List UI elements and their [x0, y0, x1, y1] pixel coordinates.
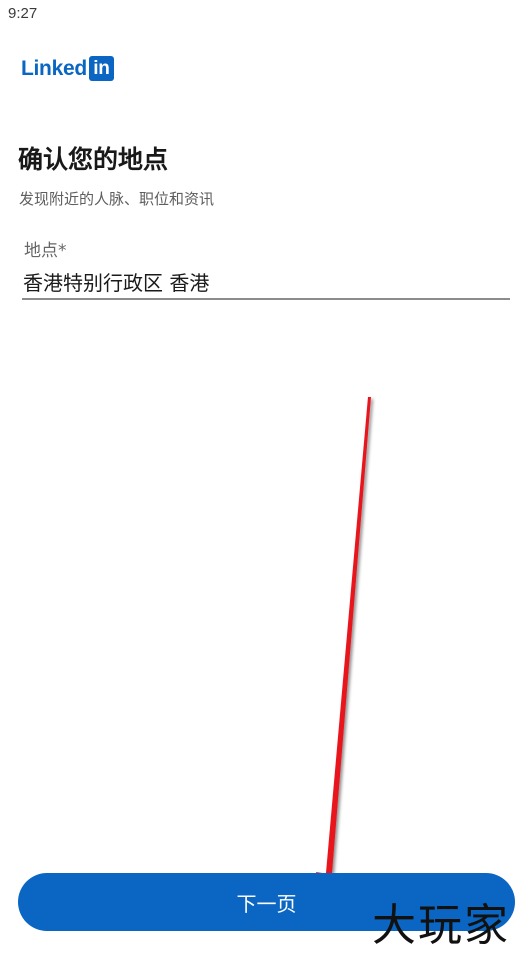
status-bar-time: 9:27: [8, 5, 38, 22]
location-field-label: 地点*: [24, 241, 67, 261]
next-button-label: 下一页: [236, 891, 297, 916]
watermark-text: 大玩家: [372, 900, 510, 951]
logo-wordmark: Linked: [21, 56, 87, 80]
page-title: 确认您的地点: [18, 145, 169, 174]
page-subtitle: 发现附近的人脉、职位和资讯: [19, 190, 215, 208]
logo-badge: in: [88, 56, 114, 81]
location-input-underline: [22, 298, 510, 300]
linkedin-logo: Linked in: [21, 56, 114, 81]
location-input[interactable]: 香港特别行政区 香港: [23, 267, 209, 296]
